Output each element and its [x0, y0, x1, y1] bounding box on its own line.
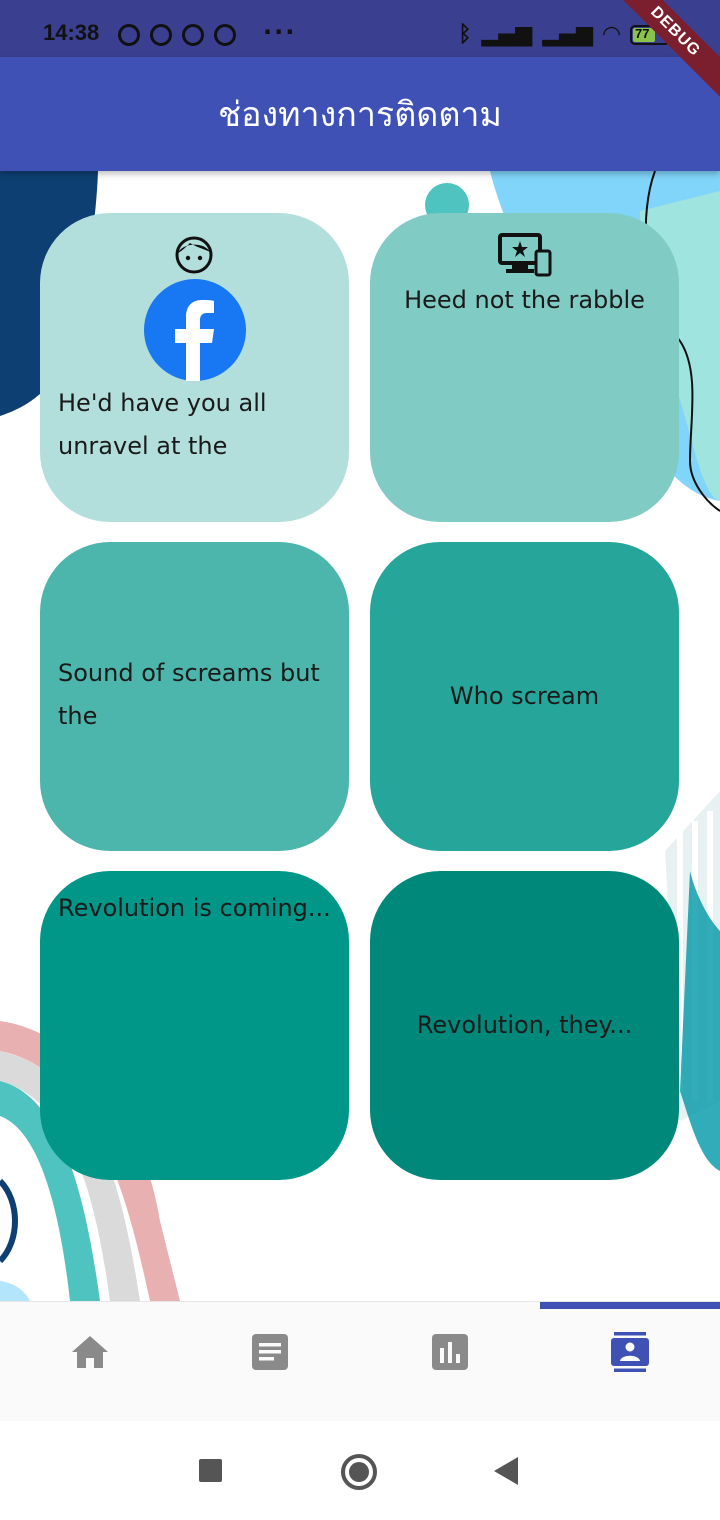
wifi-icon: ◠ — [603, 22, 620, 47]
more-notifications: ··· — [263, 18, 297, 46]
card-text: Sound of screams but the — [58, 659, 320, 730]
alarm-icon — [118, 24, 140, 46]
face-icon — [175, 236, 213, 274]
nav-article[interactable] — [180, 1302, 360, 1422]
app-bar: ช่องทางการติดตาม — [0, 57, 720, 171]
card-text: He'd have you all unravel at the — [58, 389, 267, 460]
system-status-icons: ᛒ ▂▄▆ ▂▄▆ ◠ 77 — [458, 22, 670, 47]
messenger-icon — [150, 24, 172, 46]
notification-icons — [118, 24, 236, 46]
facebook-icon — [144, 279, 246, 381]
bar-chart-icon — [432, 1334, 468, 1370]
signal-icon: ▂▄▆ — [481, 22, 533, 47]
bluetooth-icon: ᛒ — [458, 22, 472, 47]
home-button[interactable] — [341, 1454, 377, 1490]
channel-card-6[interactable]: Revolution, they... — [370, 871, 679, 1180]
nav-contacts[interactable] — [540, 1302, 720, 1422]
at-sign-icon — [214, 24, 236, 46]
recents-button[interactable] — [199, 1459, 222, 1482]
messenger-icon — [182, 24, 204, 46]
page-title: ช่องทางการติดตาม — [218, 95, 502, 135]
channel-card-4[interactable]: Who scream — [370, 542, 679, 851]
contacts-icon — [611, 1332, 649, 1372]
card-text: Heed not the rabble — [404, 286, 645, 314]
system-navigation — [0, 1421, 720, 1520]
battery-level: 77 — [635, 25, 650, 41]
channel-card-facebook[interactable]: He'd have you all unravel at the — [40, 213, 349, 522]
status-bar: 14:38 ··· ᛒ ▂▄▆ ▂▄▆ ◠ 77 — [0, 0, 720, 57]
signal-icon: ▂▄▆ — [542, 22, 594, 47]
status-time: 14:38 — [43, 20, 100, 45]
back-button[interactable] — [494, 1457, 518, 1485]
home-icon — [72, 1336, 108, 1368]
card-text: Who scream — [449, 682, 600, 710]
bottom-navigation — [0, 1301, 720, 1422]
card-text: Revolution is coming... — [58, 894, 331, 922]
channel-card-5[interactable]: Revolution is coming... — [40, 871, 349, 1180]
nav-home[interactable] — [0, 1302, 180, 1422]
channel-card-devices[interactable]: Heed not the rabble — [370, 213, 679, 522]
channel-card-3[interactable]: Sound of screams but the — [40, 542, 349, 851]
nav-chart[interactable] — [360, 1302, 540, 1422]
article-icon — [252, 1334, 288, 1370]
devices-icon — [498, 233, 552, 277]
card-text: Revolution, they... — [416, 1011, 633, 1039]
